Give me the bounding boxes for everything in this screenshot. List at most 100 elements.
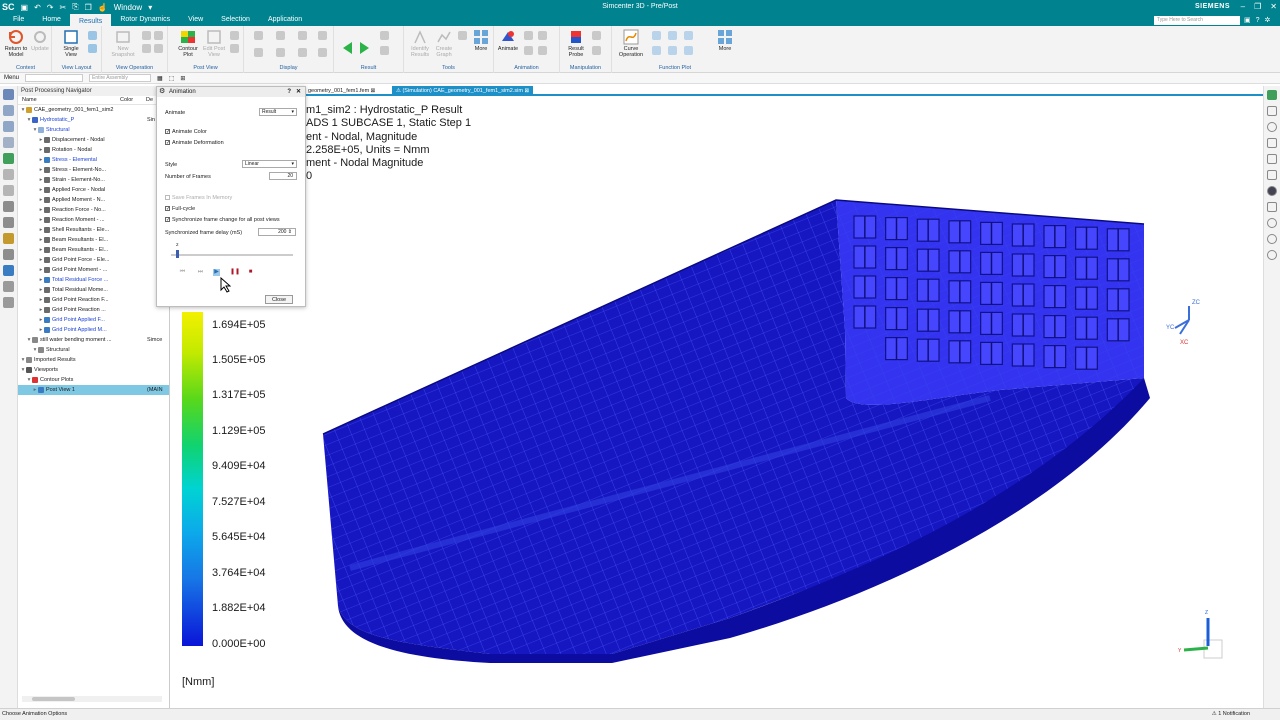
tree-item[interactable]: ▾ Structural: [18, 125, 169, 135]
help-icon[interactable]: ?: [287, 87, 291, 97]
tree-item[interactable]: ▾ Imported Results: [18, 355, 169, 365]
restore-icon[interactable]: ❐: [1254, 2, 1261, 11]
circle-icon[interactable]: [1267, 122, 1277, 132]
display-icon[interactable]: [276, 48, 285, 57]
menu-results[interactable]: Results: [69, 14, 112, 26]
process-studio-icon[interactable]: [3, 249, 14, 260]
document-icon[interactable]: [1267, 106, 1277, 116]
stop-icon[interactable]: ■: [247, 269, 254, 276]
tree-item-post-view[interactable]: ▸ Post View 1 (MAIN: [18, 385, 169, 395]
tree-item[interactable]: ▸ Displacement - Nodal: [18, 135, 169, 145]
view-op-icon[interactable]: [154, 44, 163, 53]
function-plot-icon[interactable]: [684, 31, 693, 40]
save-icon[interactable]: ▣: [21, 3, 29, 12]
frame-slider-track[interactable]: [171, 254, 293, 256]
more-function-plot-button[interactable]: More: [714, 29, 736, 52]
step-back-icon[interactable]: ⏮: [179, 269, 186, 276]
function-plot-icon[interactable]: [652, 31, 661, 40]
full-cycle-checkbox[interactable]: ✓ Full-cycle: [165, 206, 195, 212]
gear-icon[interactable]: [1267, 202, 1277, 212]
tree-item[interactable]: ▸ Shell Resultants - Ele...: [18, 225, 169, 235]
type-filter-dropdown[interactable]: [25, 74, 84, 82]
function-plot-icon[interactable]: [668, 31, 677, 40]
identify-results-button[interactable]: Identify Results: [408, 29, 432, 58]
contour-plot-button[interactable]: Contour Plot: [176, 29, 200, 58]
animate-color-checkbox[interactable]: ✓ Animate Color: [165, 129, 207, 135]
horizontal-scrollbar[interactable]: [22, 696, 162, 702]
edit-post-view-button[interactable]: Edit Post View: [202, 29, 226, 58]
command-search-input[interactable]: Type Here to Search: [1154, 16, 1240, 25]
play-icon[interactable]: ▶: [213, 269, 220, 276]
close-icon[interactable]: ✕: [296, 87, 301, 97]
tree-item[interactable]: ▸ Applied Moment - N...: [18, 195, 169, 205]
function-plot-icon[interactable]: [684, 46, 693, 55]
tree-item[interactable]: ▸ Grid Point Applied F...: [18, 315, 169, 325]
assembly-navigator-icon[interactable]: [3, 121, 14, 132]
more-tools-button[interactable]: More: [470, 29, 492, 52]
copy-icon[interactable]: ⎘: [72, 2, 78, 12]
view-op-icon[interactable]: [154, 31, 163, 40]
manipulation-icon[interactable]: [592, 31, 601, 40]
web-browser-icon[interactable]: [3, 169, 14, 180]
tree-item[interactable]: ▸ Grid Point Moment - ...: [18, 265, 169, 275]
navigator-icon[interactable]: [3, 89, 14, 100]
scope-filter-dropdown[interactable]: Entire Assembly: [89, 74, 152, 82]
system-materials-icon[interactable]: [3, 233, 14, 244]
new-snapshot-button[interactable]: New Snapshot: [110, 29, 136, 58]
part-navigator-icon[interactable]: [3, 105, 14, 116]
touch-mode-icon[interactable]: ☝: [98, 3, 108, 12]
tree-item[interactable]: ▸ Grid Point Applied M...: [18, 325, 169, 335]
close-button[interactable]: Close: [265, 295, 293, 304]
notification-indicator[interactable]: ⚠ 1 Notification: [1212, 709, 1250, 720]
animate-deformation-checkbox[interactable]: ✓ Animate Deformation: [165, 140, 224, 146]
layout-icon[interactable]: [88, 31, 97, 40]
tree-item[interactable]: ▸ Rotation - Nodal: [18, 145, 169, 155]
menu-file[interactable]: File: [4, 14, 33, 26]
tree-item[interactable]: ▸ Total Residual Mome...: [18, 285, 169, 295]
tree-item[interactable]: ▸ Beam Resultants - El...: [18, 235, 169, 245]
tree-item[interactable]: ▸ Stress - Element-No...: [18, 165, 169, 175]
animate-select[interactable]: Result ▾: [259, 108, 297, 116]
tree-item[interactable]: ▾ Structural: [18, 345, 169, 355]
display-icon[interactable]: [318, 48, 327, 57]
tab-fem-file[interactable]: geometry_001_fem1.fem ⊠: [304, 86, 379, 96]
tree-item[interactable]: ▾ still water bending moment ... Simce: [18, 335, 169, 345]
animation-icon[interactable]: [538, 31, 547, 40]
tools-icon[interactable]: [458, 31, 467, 40]
windows-icon[interactable]: ▣: [1244, 16, 1251, 24]
redo-icon[interactable]: ↷: [47, 3, 54, 12]
pause-icon[interactable]: ❚❚: [230, 269, 240, 276]
post-view-icon[interactable]: [230, 44, 239, 53]
panel-icon[interactable]: [1267, 154, 1277, 164]
display-icon[interactable]: [254, 31, 263, 40]
gear-icon[interactable]: ⚙: [159, 87, 165, 97]
column-name[interactable]: Name: [18, 96, 120, 104]
sync-frame-checkbox[interactable]: ✓ Synchronize frame change for all post v…: [165, 217, 280, 223]
delay-input[interactable]: 200 ⇕: [258, 228, 296, 236]
help-icon[interactable]: [1267, 218, 1277, 228]
window-icon[interactable]: [1267, 170, 1277, 180]
tree-item[interactable]: ▸ Applied Force - Nodal: [18, 185, 169, 195]
view-op-icon[interactable]: [142, 44, 151, 53]
window-menu[interactable]: Window: [114, 3, 142, 12]
scrollbar-thumb[interactable]: [32, 697, 75, 701]
result-icon[interactable]: [380, 31, 389, 40]
display-icon[interactable]: [276, 31, 285, 40]
frame-slider-handle[interactable]: [176, 250, 179, 258]
display-icon[interactable]: [298, 31, 307, 40]
curve-operation-button[interactable]: Curve Operation: [616, 29, 646, 58]
chevron-down-icon[interactable]: ▾: [148, 3, 152, 12]
tree-item[interactable]: ▾ Hydrostatic_P Sin: [18, 115, 169, 125]
display-icon[interactable]: [298, 48, 307, 57]
tree-item[interactable]: ▸ Grid Point Reaction F...: [18, 295, 169, 305]
animation-icon[interactable]: [524, 46, 533, 55]
animation-icon[interactable]: [538, 46, 547, 55]
tab-simulation-file[interactable]: ⚠ (Simulation) CAE_geometry_001_fem1_sim…: [392, 86, 534, 96]
function-plot-icon[interactable]: [652, 46, 661, 55]
undo-icon[interactable]: ↶: [34, 3, 41, 12]
simulation-navigator-icon[interactable]: [3, 153, 14, 164]
layout-icon[interactable]: [88, 44, 97, 53]
tree-item[interactable]: ▸ Reaction Force - No...: [18, 205, 169, 215]
next-result-icon[interactable]: [356, 40, 370, 57]
clock-icon[interactable]: [3, 281, 14, 292]
